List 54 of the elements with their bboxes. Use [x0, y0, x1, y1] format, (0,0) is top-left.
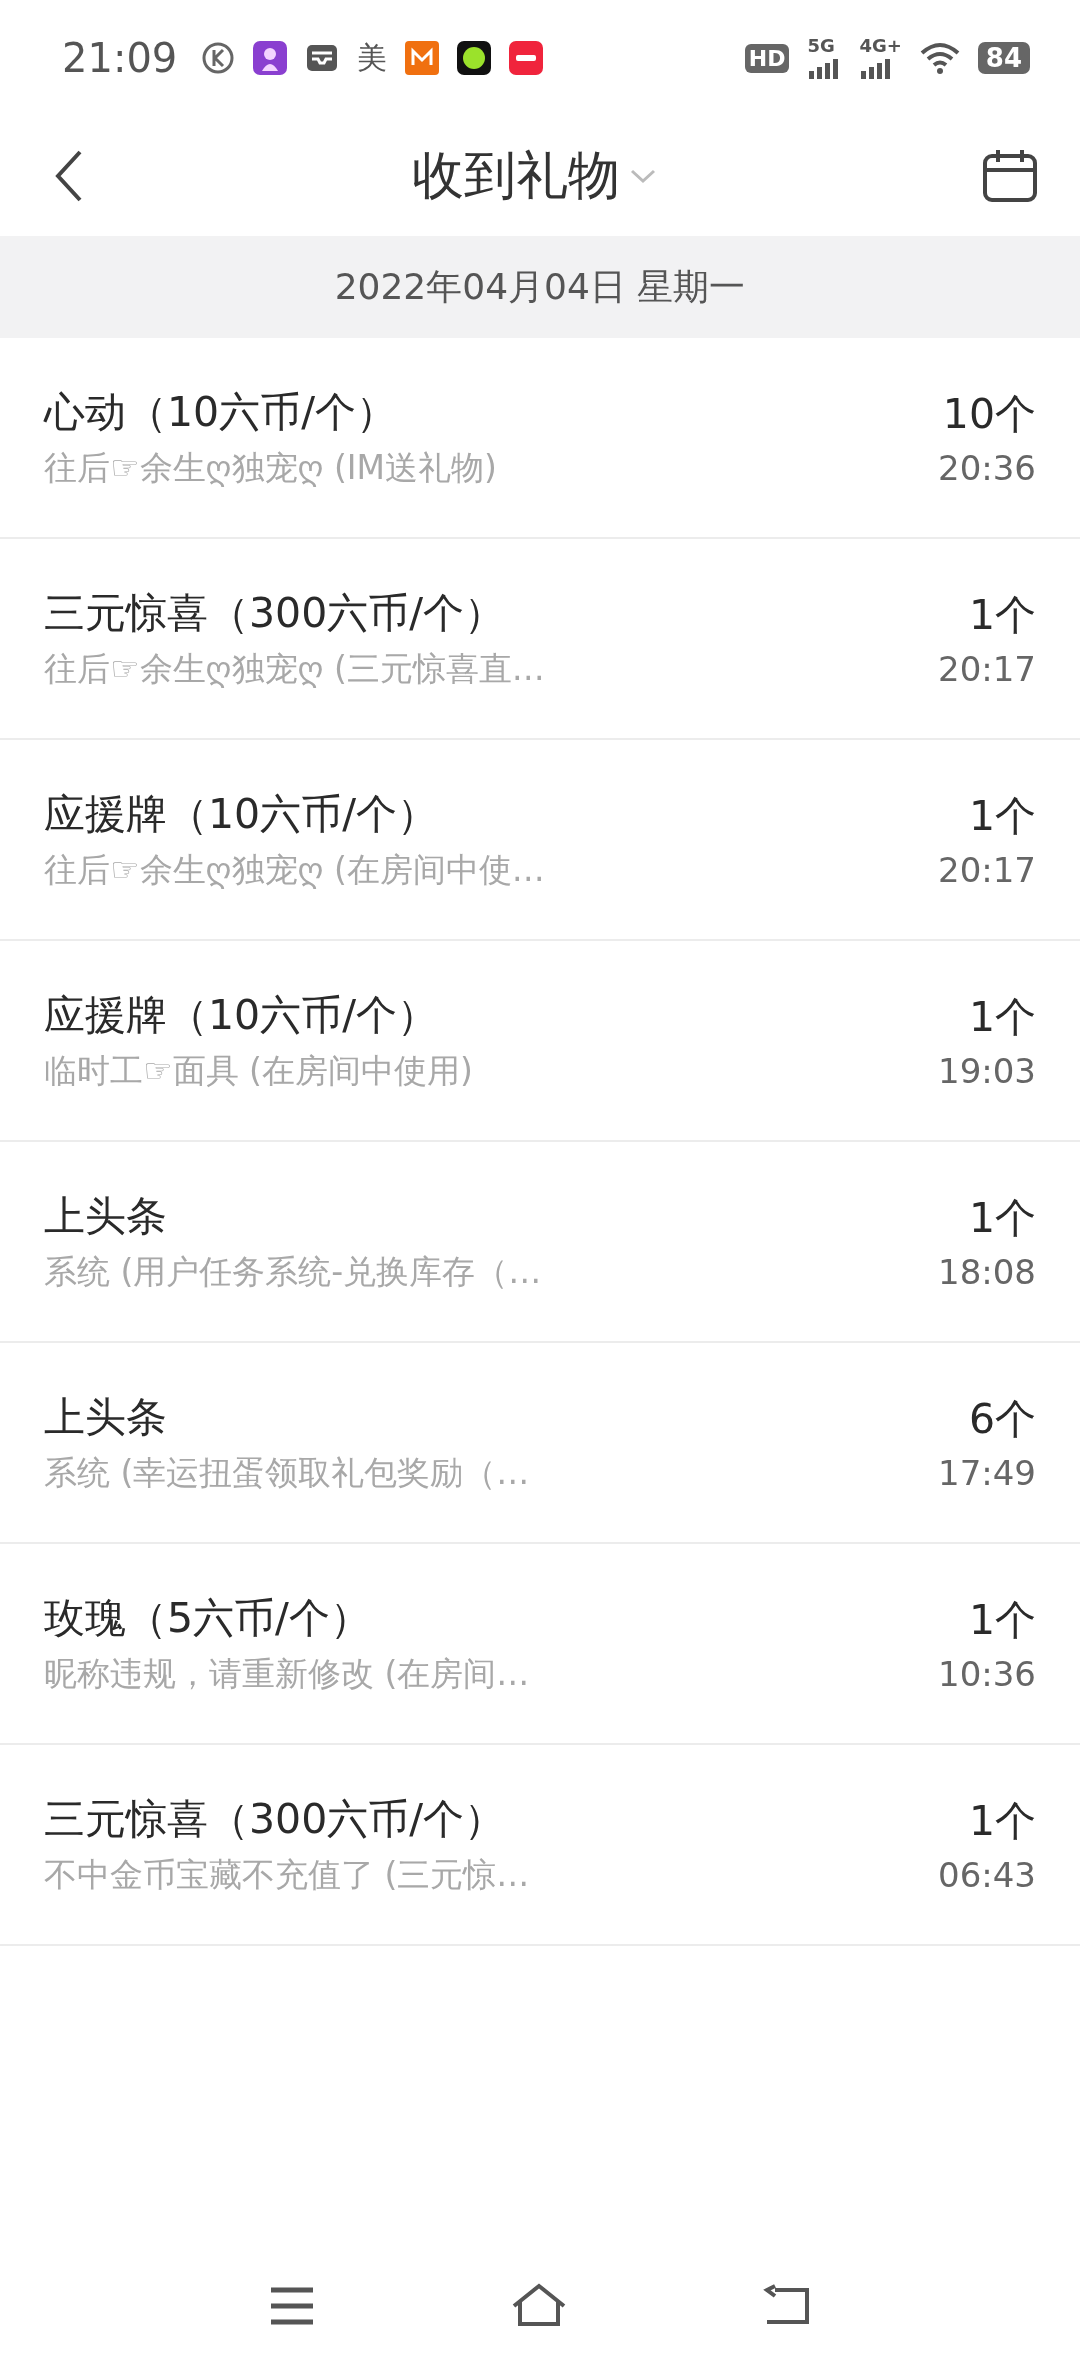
gift-count: 1个 — [968, 1595, 1036, 1646]
gift-row[interactable]: 应援牌（10六币/个） 临时工☞面具 (在房间中使用) 1个 19:03 — [0, 941, 1080, 1142]
app-icon — [405, 41, 440, 75]
gift-time: 06:43 — [938, 1855, 1036, 1895]
gift-sender: 往后☞余生ღ独宠ღ (IM送礼物) — [44, 446, 497, 489]
date-label: 2022年04月04日 星期一 — [334, 264, 746, 309]
gift-name: 玫瑰（5六币/个） — [44, 1592, 372, 1644]
network-label: 5G — [807, 37, 835, 55]
app-icon — [457, 41, 492, 75]
gift-count: 1个 — [968, 992, 1036, 1043]
gift-time: 17:49 — [938, 1453, 1036, 1493]
gift-name: 三元惊喜（300六币/个） — [44, 1793, 507, 1845]
gift-row[interactable]: 三元惊喜（300六币/个） 往后☞余生ღ独宠ღ (三元惊喜直… 1个 20:17 — [0, 539, 1080, 740]
gift-name: 应援牌（10六币/个） — [44, 788, 439, 840]
gift-sender: 往后☞余生ღ独宠ღ (三元惊喜直… — [44, 647, 545, 690]
gift-row[interactable]: 上头条 系统 (用户任务系统-兑换库存（… 1个 18:08 — [0, 1142, 1080, 1343]
gift-name: 上头条 — [44, 1391, 168, 1443]
gift-time: 18:08 — [938, 1252, 1036, 1292]
gift-count: 1个 — [968, 1193, 1036, 1244]
gift-row[interactable]: 三元惊喜（300六币/个） 不中金币宝藏不充值了 (三元惊… 1个 06:43 — [0, 1745, 1080, 1946]
gift-row[interactable]: 玫瑰（5六币/个） 昵称违规，请重新修改 (在房间… 1个 10:36 — [0, 1544, 1080, 1745]
app-icon — [253, 41, 288, 75]
gift-count: 10个 — [942, 389, 1036, 440]
hd-indicator: HD — [744, 43, 790, 73]
gift-count: 1个 — [968, 791, 1036, 842]
gift-row[interactable]: 上头条 系统 (幸运扭蛋领取礼包奖励（… 6个 17:49 — [0, 1343, 1080, 1544]
gift-sender: 往后☞余生ღ独宠ღ (在房间中使… — [44, 848, 545, 891]
gift-time: 20:36 — [938, 448, 1036, 488]
network-label: 4G+ — [859, 37, 902, 55]
gift-sender: 系统 (用户任务系统-兑换库存（… — [44, 1250, 542, 1293]
page-title: 收到礼物 — [412, 144, 620, 207]
gift-time: 10:36 — [938, 1654, 1036, 1694]
notification-text: 美 — [357, 38, 388, 77]
gift-time: 20:17 — [938, 649, 1036, 689]
gift-count: 6个 — [968, 1394, 1036, 1445]
battery-indicator: 84 — [977, 42, 1030, 74]
gift-name: 三元惊喜（300六币/个） — [44, 587, 507, 639]
gift-sender: 系统 (幸运扭蛋领取礼包奖励（… — [44, 1451, 530, 1494]
gift-name: 应援牌（10六币/个） — [44, 989, 439, 1041]
gift-time: 20:17 — [938, 850, 1036, 890]
status-time: 21:09 — [62, 35, 178, 81]
gift-count: 1个 — [968, 590, 1036, 641]
gift-sender: 临时工☞面具 (在房间中使用) — [44, 1049, 473, 1092]
app-icon — [509, 41, 544, 75]
circle-k-icon — [201, 41, 236, 75]
wifi-icon — [919, 41, 960, 75]
gift-row[interactable]: 心动（10六币/个） 往后☞余生ღ独宠ღ (IM送礼物) 10个 20:36 — [0, 338, 1080, 539]
gift-name: 上头条 — [44, 1190, 168, 1242]
gift-sender: 昵称违规，请重新修改 (在房间… — [44, 1652, 530, 1695]
gift-name: 心动（10六币/个） — [44, 386, 398, 438]
gift-sender: 不中金币宝藏不充值了 (三元惊… — [44, 1853, 530, 1896]
gift-row[interactable]: 应援牌（10六币/个） 往后☞余生ღ独宠ღ (在房间中使… 1个 20:17 — [0, 740, 1080, 941]
gift-time: 19:03 — [938, 1051, 1036, 1091]
gift-count: 1个 — [968, 1796, 1036, 1847]
